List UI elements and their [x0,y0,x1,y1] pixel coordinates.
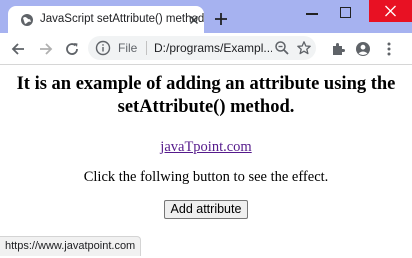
menu-dots-icon[interactable] [381,41,397,57]
browser-toolbar: File D:/programs/Exampl... [0,33,412,65]
bookmark-star-icon[interactable] [296,40,312,56]
title-bar: JavaScript setAttribute() method [0,0,412,34]
window-close-button[interactable] [369,0,412,22]
browser-tab[interactable]: JavaScript setAttribute() method [8,6,204,34]
tab-title: JavaScript setAttribute() method [40,13,205,25]
page-content: It is an example of adding an attribute … [0,65,412,258]
status-bubble: https://www.javatpoint.com [0,236,142,256]
url-text[interactable]: D:/programs/Exampl... [154,41,272,55]
minimize-button[interactable] [306,13,318,15]
globe-icon [21,14,33,26]
button-container: Add attribute [0,200,412,219]
profile-avatar-icon[interactable] [355,41,371,57]
reload-icon[interactable] [64,41,80,57]
close-icon [385,5,396,17]
javatpoint-link[interactable]: javaTpoint.com [0,139,412,156]
omnibox-divider [146,41,147,55]
info-icon[interactable] [95,40,111,56]
scheme-label: File [118,41,138,55]
maximize-button[interactable] [340,7,351,18]
zoom-icon[interactable] [274,40,290,56]
close-tab-icon[interactable] [186,12,202,28]
instruction-text: Click the follwing button to see the eff… [83,169,329,185]
extensions-icon[interactable] [330,41,346,57]
page-heading: It is an example of adding an attribute … [16,74,396,117]
new-tab-icon[interactable] [214,12,228,26]
address-bar[interactable]: File D:/programs/Exampl... [88,36,316,60]
forward-arrow-icon[interactable] [38,41,54,57]
back-arrow-icon[interactable] [10,41,26,57]
add-attribute-button[interactable]: Add attribute [163,200,249,219]
